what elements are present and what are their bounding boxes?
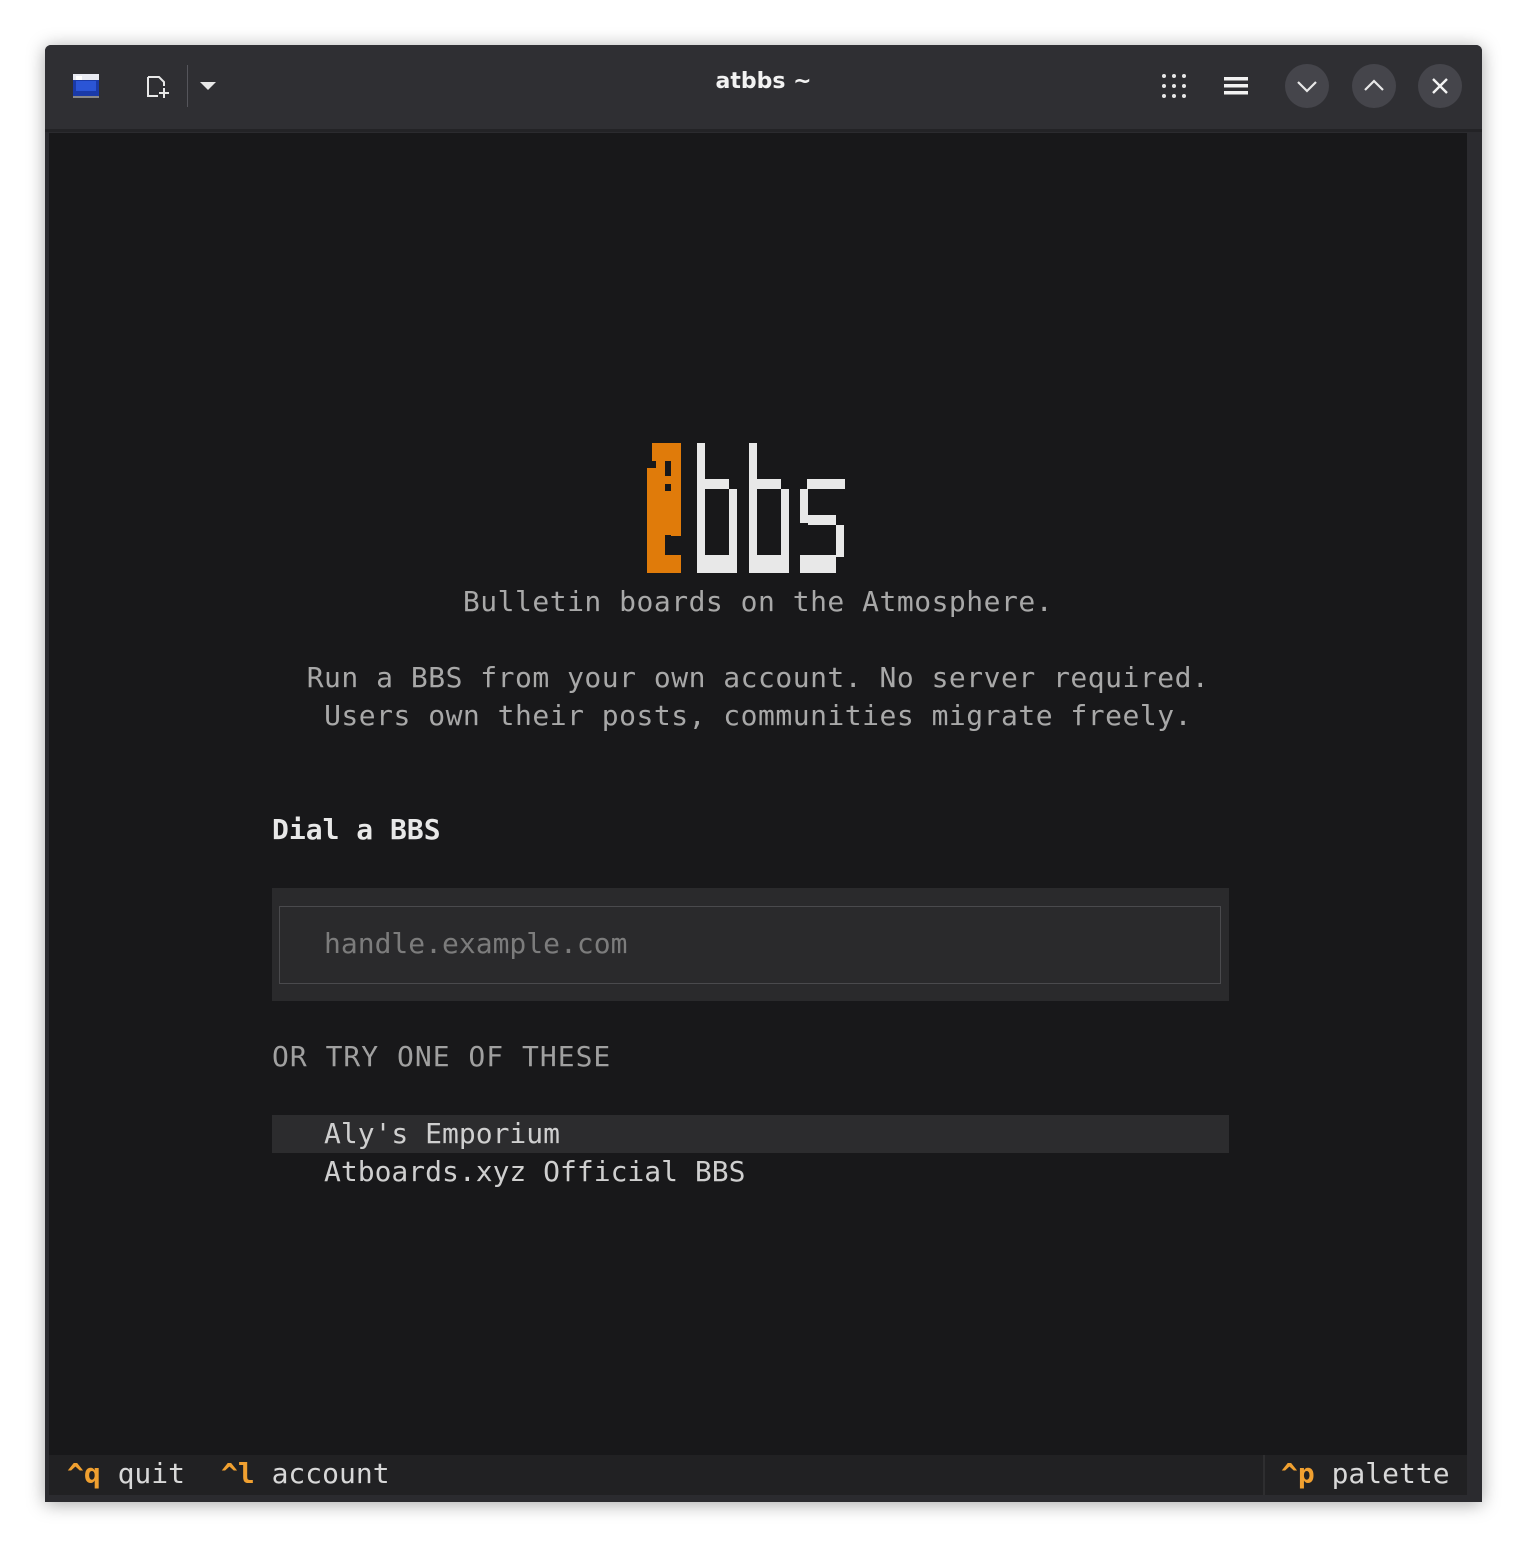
title-bar: atbbs ~ xyxy=(45,45,1482,132)
suggestions-list: Aly's Emporium Atboards.xyz Official BBS xyxy=(272,1115,1229,1191)
handle-input[interactable]: handle.example.com xyxy=(279,906,1221,984)
account-key: ^l xyxy=(221,1457,255,1490)
description-line-2: Users own their posts, communities migra… xyxy=(324,699,1192,732)
list-item[interactable]: Atboards.xyz Official BBS xyxy=(272,1153,1229,1191)
footer-divider xyxy=(1263,1455,1265,1495)
list-item[interactable]: Aly's Emporium xyxy=(272,1115,1229,1153)
dial-bbs-title: Dial a BBS xyxy=(272,813,441,846)
minimize-icon[interactable] xyxy=(1285,64,1329,108)
palette-label: palette xyxy=(1331,1457,1450,1490)
quit-shortcut[interactable]: ^q quit xyxy=(67,1457,185,1490)
keybinding-footer: ^q quit ^l account ^p palette xyxy=(49,1455,1467,1495)
scrollbar[interactable] xyxy=(1467,133,1482,1495)
window-title: atbbs ~ xyxy=(715,69,812,94)
hamburger-menu-icon[interactable] xyxy=(1221,71,1251,101)
account-shortcut[interactable]: ^l account xyxy=(221,1457,390,1490)
dial-input-container: handle.example.com xyxy=(272,888,1229,1001)
description-line-1: Run a BBS from your own account. No serv… xyxy=(306,661,1210,694)
suggestions-label: OR TRY ONE OF THESE xyxy=(272,1040,612,1073)
tagline: Bulletin boards on the Atmosphere. xyxy=(462,585,1054,618)
palette-shortcut[interactable]: ^p palette xyxy=(1281,1457,1450,1490)
terminal-viewport: Bulletin boards on the Atmosphere. Run a… xyxy=(49,133,1467,1495)
atbbs-logo xyxy=(647,443,847,582)
terminal-window: atbbs ~ Bulletin boards on the Atmospher… xyxy=(45,45,1482,1502)
maximize-icon[interactable] xyxy=(1352,64,1396,108)
grid-icon[interactable] xyxy=(1159,71,1189,101)
close-icon[interactable] xyxy=(1418,64,1462,108)
quit-label: quit xyxy=(117,1457,186,1490)
quit-key: ^q xyxy=(67,1457,101,1490)
palette-key: ^p xyxy=(1281,1457,1315,1490)
handle-input-placeholder: handle.example.com xyxy=(324,927,628,960)
account-label: account xyxy=(271,1457,390,1490)
